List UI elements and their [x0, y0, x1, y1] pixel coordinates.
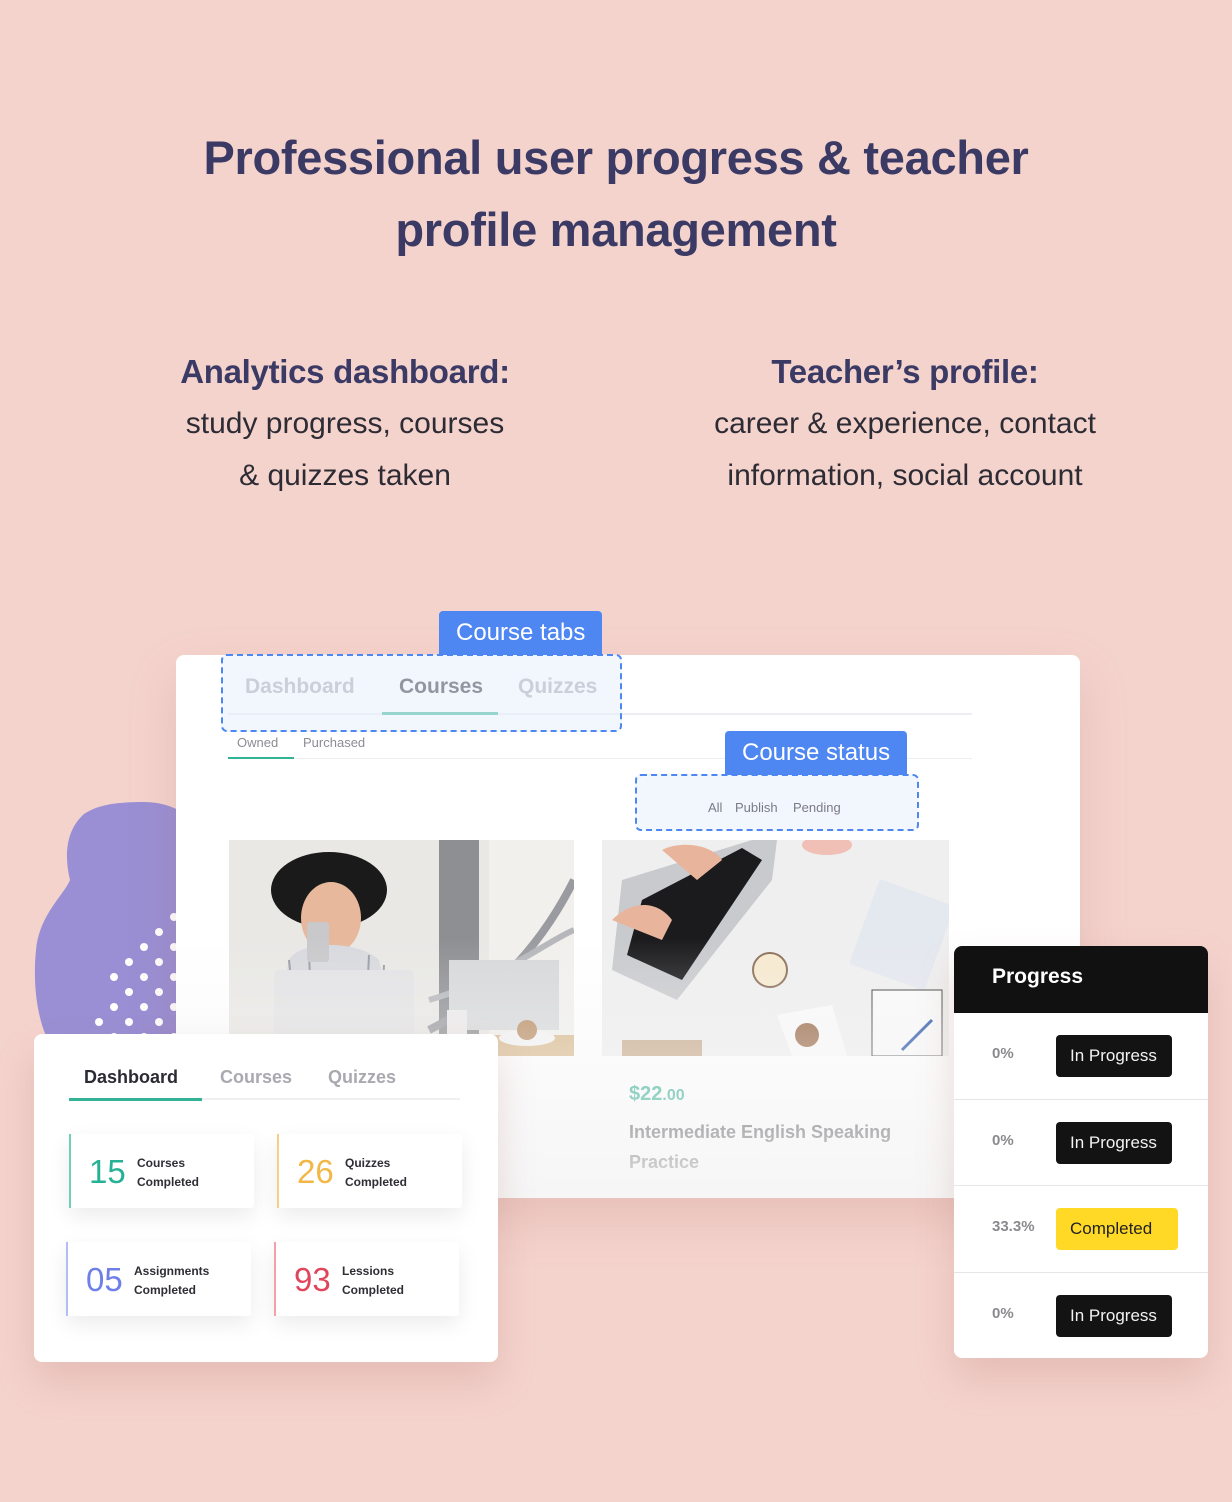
stat-label-line-2: Completed: [134, 1283, 197, 1297]
stat-label: Lessions Completed: [342, 1262, 404, 1300]
stat-label-line-2: Completed: [345, 1175, 408, 1189]
active-subtab-indicator: [228, 757, 294, 759]
stat-courses-completed: 15 Courses Completed: [69, 1134, 254, 1208]
stat-assignments-completed: 05 Assignments Completed: [66, 1242, 251, 1316]
feature-desc-line-1: career & experience, contact: [714, 407, 1096, 440]
progress-title: Progress: [954, 946, 1208, 1013]
stat-value: 93: [294, 1261, 331, 1298]
progress-row: 0% In Progress: [954, 1100, 1208, 1186]
price-cents: .00: [662, 1087, 685, 1104]
stat-label-line-1: Courses: [137, 1156, 186, 1170]
progress-row: 0% In Progress: [954, 1273, 1208, 1359]
feature-desc-line-2: information, social account: [727, 459, 1083, 492]
headline-line-2: profile management: [395, 203, 837, 256]
status-badge: In Progress: [1056, 1121, 1172, 1164]
tab-dashboard[interactable]: Dashboard: [84, 1067, 178, 1088]
stat-accent-bar: [66, 1242, 68, 1316]
stat-value: 05: [86, 1261, 123, 1298]
stat-accent-bar: [277, 1134, 279, 1208]
course-thumbnail[interactable]: [229, 840, 574, 1056]
stat-accent-bar: [274, 1242, 276, 1316]
tab-quizzes[interactable]: Quizzes: [328, 1067, 396, 1088]
status-filter-publish[interactable]: Publish: [735, 800, 778, 815]
price-main: $22: [629, 1083, 663, 1105]
headline-line-1: Professional user progress & teacher: [203, 131, 1029, 184]
status-badge: In Progress: [1056, 1035, 1172, 1077]
tab-courses[interactable]: Courses: [220, 1067, 292, 1088]
progress-row: 33.3% Completed: [954, 1186, 1208, 1273]
feature-desc-line-1: study progress, courses: [185, 407, 505, 440]
progress-percent: 0%: [992, 1131, 1014, 1149]
progress-percent: 0%: [992, 1304, 1014, 1322]
stat-label-line-2: Completed: [137, 1175, 200, 1189]
subtab-purchased[interactable]: Purchased: [303, 735, 365, 750]
stat-lessons-completed: 93 Lessions Completed: [274, 1242, 459, 1316]
stat-label-line-1: Assignments: [134, 1264, 210, 1278]
stat-value: 26: [297, 1153, 334, 1190]
stat-label-line-1: Quizzes: [345, 1156, 391, 1170]
feature-title: Analytics dashboard:: [180, 353, 510, 390]
progress-percent: 33.3%: [992, 1218, 1035, 1235]
course-thumbnail[interactable]: [602, 840, 949, 1056]
feature-desc-line-2: & quizzes taken: [239, 459, 451, 492]
subtab-owned[interactable]: Owned: [237, 735, 278, 750]
course-title[interactable]: Intermediate English Speaking Practice: [629, 1117, 929, 1177]
feature-teacher-profile: Teacher’s profile: career & experience, …: [660, 346, 1150, 502]
laptop-desk-photo: [602, 840, 949, 1056]
stat-label-line-1: Lessions: [342, 1264, 395, 1278]
feature-title: Teacher’s profile:: [771, 353, 1039, 390]
stat-label: Courses Completed: [137, 1154, 199, 1192]
stat-quizzes-completed: 26 Quizzes Completed: [277, 1134, 462, 1208]
progress-panel: Progress 0% In Progress 0% In Progress 3…: [954, 946, 1208, 1358]
course-status-label: Course status: [725, 731, 908, 775]
status-filter-all[interactable]: All: [708, 800, 722, 815]
progress-percent: 0%: [992, 1045, 1014, 1062]
page-headline: Professional user progress & teacher pro…: [0, 122, 1232, 266]
course-tabs-label: Course tabs: [439, 611, 603, 655]
active-tab-indicator: [69, 1098, 202, 1101]
status-badge: Completed: [1056, 1208, 1178, 1250]
stat-value: 15: [89, 1153, 126, 1190]
stat-label: Assignments Completed: [134, 1262, 209, 1300]
course-tabs-highlight: [221, 654, 622, 732]
dashboard-panel: Dashboard Courses Quizzes 15 Courses Com…: [34, 1034, 498, 1362]
status-filter-pending[interactable]: Pending: [793, 800, 841, 815]
woman-with-phone-photo: [229, 840, 574, 1056]
course-price: $22.00: [629, 1083, 685, 1106]
stat-label: Quizzes Completed: [345, 1154, 407, 1192]
stat-accent-bar: [69, 1134, 71, 1208]
status-badge: In Progress: [1056, 1294, 1172, 1337]
stat-label-line-2: Completed: [342, 1283, 405, 1297]
feature-analytics: Analytics dashboard: study progress, cou…: [100, 346, 590, 502]
progress-row: 0% In Progress: [954, 1013, 1208, 1100]
